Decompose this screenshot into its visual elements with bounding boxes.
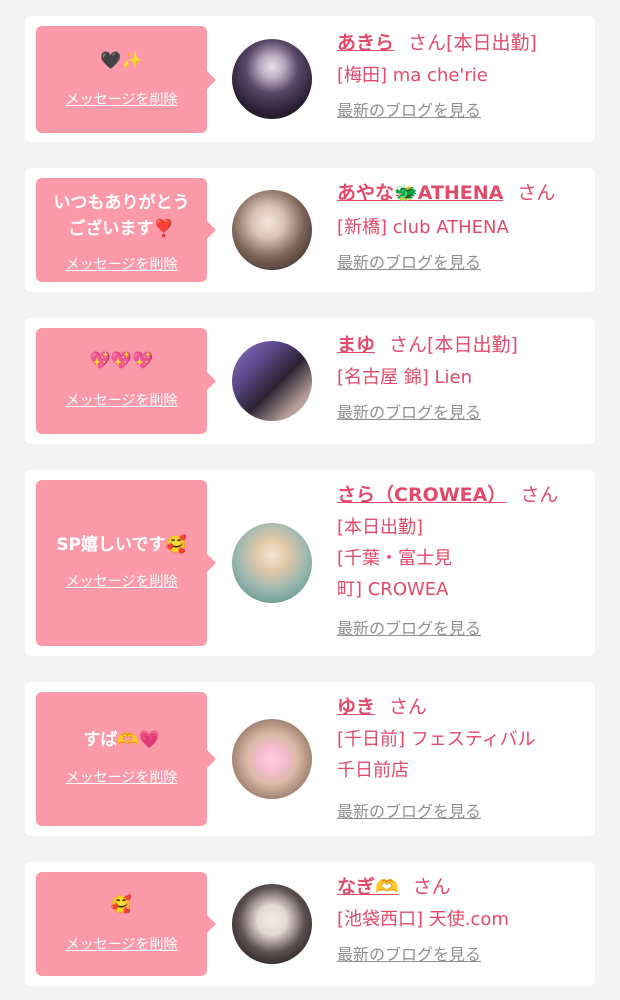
shop-line: 町] CROWEA [337,579,449,600]
avatar[interactable] [232,523,312,603]
attendance-status: [本日出勤] [427,334,518,356]
message-bubble: すば🫶💗 メッセージを削除 [36,692,216,826]
san-suffix: さん [520,484,559,506]
message-text: すば🫶💗 [83,730,160,750]
latest-blog-link[interactable]: 最新のブログを見る [337,941,481,965]
delete-message-link[interactable]: メッセージを削除 [36,767,207,787]
shop-line: [名古屋 錦] Lien [337,367,472,388]
delete-message-link[interactable]: メッセージを削除 [36,390,207,410]
cast-info: なぎ🫶 さん [池袋西口] 天使.com 最新のブログを見る [337,874,587,965]
message-bubble: いつもありがとう ございます❣️ メッセージを削除 [36,178,216,282]
message-text: 🥰 [110,895,133,915]
avatar[interactable] [232,884,312,964]
cast-info: あきら さん[本日出勤] [梅田] ma che'rie 最新のブログを見る [337,30,587,121]
delete-message-link[interactable]: メッセージを削除 [36,934,207,954]
cast-info: あやな🐲ATHENA さん [新橋] club ATHENA 最新のブログを見る [337,180,587,273]
latest-blog-link[interactable]: 最新のブログを見る [337,399,481,423]
san-suffix: さん [517,182,556,204]
san-suffix: さん [389,696,428,718]
latest-blog-link[interactable]: 最新のブログを見る [337,615,481,639]
gift-card: 💖💖💖 メッセージを削除 まゆ さん[本日出勤] [名古屋 錦] Lien 最新の… [25,318,595,444]
shop-line: [本日出勤] [337,517,424,538]
san-suffix: さん [412,876,451,898]
latest-blog-link[interactable]: 最新のブログを見る [337,97,481,121]
avatar[interactable] [232,39,312,119]
shop-line: [千葉・富士見 [337,548,453,569]
message-bubble: 🖤✨ メッセージを削除 [36,26,216,133]
delete-message-link[interactable]: メッセージを削除 [36,254,207,274]
san-suffix: さん [389,334,428,356]
avatar[interactable] [232,719,312,799]
cast-name-link[interactable]: あきら [337,32,394,54]
cast-name-link[interactable]: まゆ [337,334,375,356]
delete-message-link[interactable]: メッセージを削除 [36,571,207,591]
latest-blog-link[interactable]: 最新のブログを見る [337,249,481,273]
shop-line: [新橋] club ATHENA [337,217,509,238]
shop-line: [梅田] ma che'rie [337,65,488,86]
cast-name-link[interactable]: ゆき [337,696,375,718]
gift-card: いつもありがとう ございます❣️ メッセージを削除 あやな🐲ATHENA さん [… [25,168,595,292]
attendance-status: [本日出勤] [446,32,537,54]
message-text: 🖤✨ [100,51,143,71]
cast-info: さら（CROWEA） さん [本日出勤] [千葉・富士見 町] CROWEA 最新… [337,482,587,639]
shop-line: [池袋西口] 天使.com [337,909,509,930]
san-suffix: さん [408,32,447,54]
message-text: 💖💖💖 [89,351,154,371]
delete-message-link[interactable]: メッセージを削除 [36,89,207,109]
gift-card: 🥰 メッセージを削除 なぎ🫶 さん [池袋西口] 天使.com 最新のブログを見る [25,862,595,986]
message-bubble: 🥰 メッセージを削除 [36,872,216,976]
cast-info: まゆ さん[本日出勤] [名古屋 錦] Lien 最新のブログを見る [337,332,587,423]
avatar[interactable] [232,341,312,421]
gift-card: 🖤✨ メッセージを削除 あきら さん[本日出勤] [梅田] ma che'rie … [25,16,595,142]
message-text: SP嬉しいです🥰 [56,535,187,555]
gift-card: SP嬉しいです🥰 メッセージを削除 さら（CROWEA） さん [本日出勤] [千… [25,470,595,656]
message-bubble: 💖💖💖 メッセージを削除 [36,328,216,434]
shop-line: 千日前店 [337,760,409,781]
message-bubble: SP嬉しいです🥰 メッセージを削除 [36,480,216,646]
message-text: いつもありがとう [53,193,190,213]
message-text: ございます❣️ [68,219,175,239]
cast-name-link[interactable]: なぎ🫶 [337,876,399,898]
shop-line: [千日前] フェスティバル [337,729,536,750]
cast-name-link[interactable]: さら（CROWEA） [337,484,506,506]
cast-info: ゆき さん [千日前] フェスティバル 千日前店 最新のブログを見る [337,694,587,822]
gift-card: すば🫶💗 メッセージを削除 ゆき さん [千日前] フェスティバル 千日前店 最新… [25,682,595,836]
latest-blog-link[interactable]: 最新のブログを見る [337,798,481,822]
avatar[interactable] [232,190,312,270]
cast-name-link[interactable]: あやな🐲ATHENA [337,182,503,204]
